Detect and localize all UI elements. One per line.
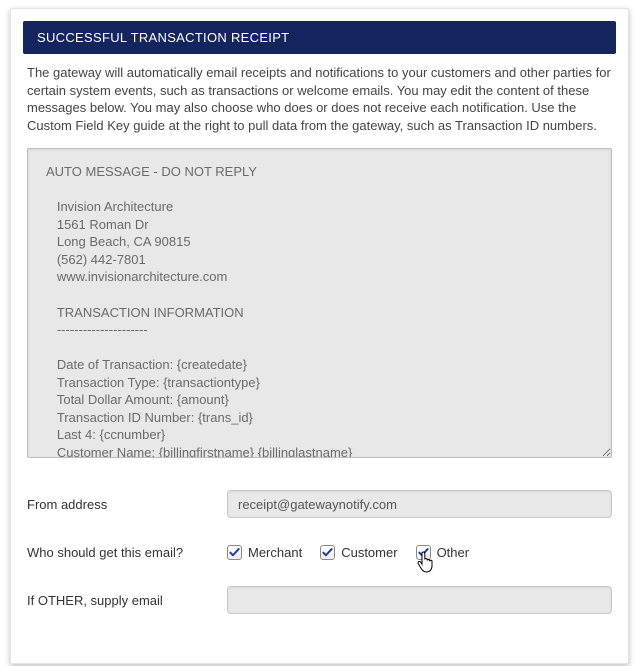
recipients-checkboxes: Merchant Customer Other: [227, 545, 469, 560]
recipients-label: Who should get this email?: [27, 545, 227, 560]
message-body-textarea[interactable]: [27, 148, 612, 458]
checkmark-icon: [418, 547, 429, 558]
customer-label: Customer: [341, 545, 397, 560]
section-title: SUCCESSFUL TRANSACTION RECEIPT: [37, 30, 289, 45]
section-header: SUCCESSFUL TRANSACTION RECEIPT: [23, 21, 616, 54]
merchant-label: Merchant: [248, 545, 302, 560]
merchant-checkbox-item[interactable]: Merchant: [227, 545, 302, 560]
checkmark-icon: [229, 547, 240, 558]
other-email-input[interactable]: [227, 586, 612, 614]
settings-card: SUCCESSFUL TRANSACTION RECEIPT The gatew…: [10, 8, 629, 664]
other-email-row: If OTHER, supply email: [27, 585, 612, 615]
section-description: The gateway will automatically email rec…: [11, 64, 628, 148]
from-address-row: From address: [27, 489, 612, 519]
merchant-checkbox[interactable]: [227, 545, 242, 560]
recipients-row: Who should get this email? Merchant Cust…: [27, 537, 612, 567]
message-body-wrap: [11, 148, 628, 461]
from-address-input[interactable]: [227, 490, 612, 518]
from-address-label: From address: [27, 497, 227, 512]
form-rows: From address Who should get this email? …: [11, 461, 628, 615]
checkmark-icon: [322, 547, 333, 558]
customer-checkbox[interactable]: [320, 545, 335, 560]
other-checkbox-item[interactable]: Other: [416, 545, 470, 560]
other-email-label: If OTHER, supply email: [27, 593, 227, 608]
other-label: Other: [437, 545, 470, 560]
customer-checkbox-item[interactable]: Customer: [320, 545, 397, 560]
other-checkbox[interactable]: [416, 545, 431, 560]
